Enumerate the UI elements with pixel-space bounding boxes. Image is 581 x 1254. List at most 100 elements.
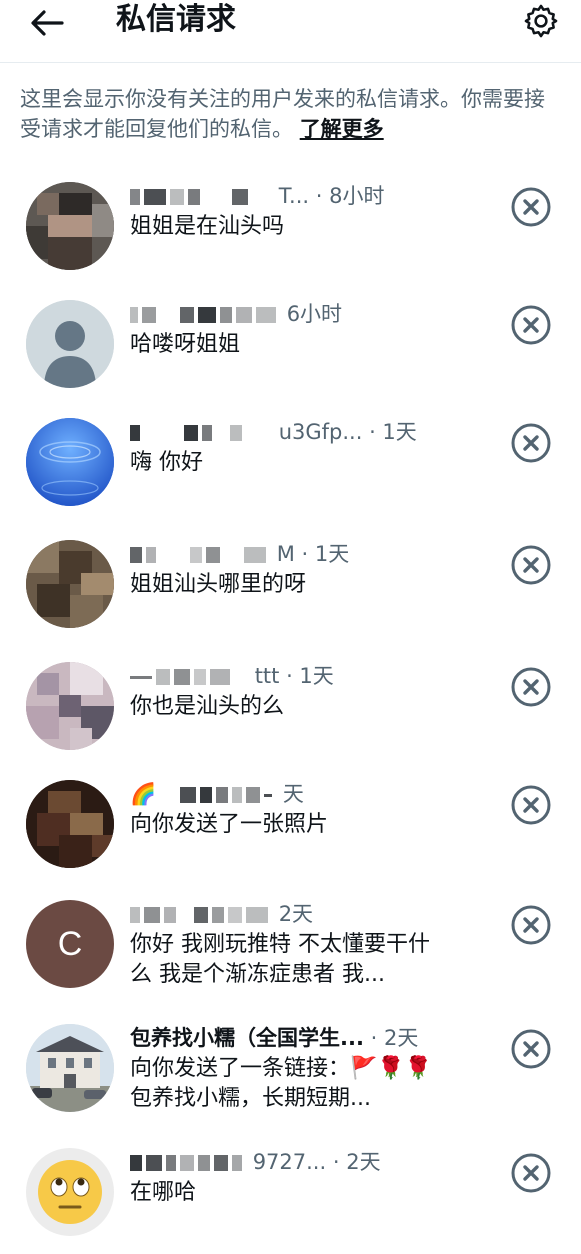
header-divider [0, 62, 581, 63]
close-circle-icon[interactable] [510, 304, 552, 346]
message-preview: 哈喽呀姐姐 [130, 332, 241, 357]
intro-description: 这里会显示你没有关注的用户发来的私信请求。你需要接受请求才能回复他们的私信。 [20, 87, 545, 141]
redacted-name [164, 907, 176, 923]
request-header: 🌈 天 [130, 780, 304, 808]
redacted-name [220, 307, 232, 323]
default-person-icon [26, 300, 114, 388]
redacted-name [198, 1155, 210, 1171]
request-row[interactable]: 6小时 哈喽呀姐姐 [0, 288, 581, 406]
close-circle-icon[interactable] [510, 784, 552, 826]
redacted-name [142, 307, 156, 323]
redacted-name [130, 547, 142, 563]
timestamp: 6小时 [286, 302, 343, 326]
avatar[interactable] [26, 418, 114, 506]
close-circle-icon[interactable] [510, 666, 552, 708]
redacted-name [198, 307, 216, 323]
close-circle-icon[interactable] [510, 1152, 552, 1194]
request-header: 9727... · 2天 [130, 1148, 381, 1176]
learn-more-link[interactable]: 了解更多 [300, 117, 384, 141]
close-circle-icon[interactable] [510, 904, 552, 946]
redacted-name [156, 669, 170, 685]
redacted-name [228, 907, 242, 923]
message-preview: 你好 我刚玩推特 不太懂要干什么 我是个渐冻症患者 我... [130, 932, 430, 987]
request-row[interactable]: T... · 8小时 姐姐是在汕头吗 [0, 170, 581, 288]
avatar[interactable] [26, 300, 114, 388]
timestamp: · 2天 [370, 1026, 419, 1050]
redacted-name [206, 547, 220, 563]
top-bar: 私信请求 [0, 0, 581, 62]
timestamp: 2天 [278, 902, 314, 926]
handle-fragment: T... [278, 184, 310, 208]
request-row[interactable]: C 2天 你好 我刚玩推特 不太懂要干什么 我是个渐冻症患者 我... [0, 888, 581, 1006]
close-circle-icon[interactable] [510, 422, 552, 464]
timestamp: · 1天 [369, 420, 417, 444]
avatar[interactable] [26, 662, 114, 750]
redacted-name [194, 907, 208, 923]
avatar[interactable] [26, 780, 114, 868]
redacted-name [210, 669, 230, 685]
redacted-name [214, 1155, 228, 1171]
avatar[interactable] [26, 1024, 114, 1112]
avatar[interactable]: C [26, 900, 114, 988]
handle-fragment: M [276, 542, 295, 566]
intro-text: 这里会显示你没有关注的用户发来的私信请求。你需要接受请求才能回复他们的私信。 了… [20, 84, 565, 144]
request-header: T... · 8小时 [130, 182, 384, 210]
close-circle-icon[interactable] [510, 544, 552, 586]
request-row[interactable]: ttt · 1天 你也是汕头的么 [0, 650, 581, 768]
message-preview: 姐姐汕头哪里的呀 [130, 572, 307, 597]
building-image [26, 1024, 114, 1112]
request-header: 包养找小糯（全国学生... · 2天 [130, 1024, 418, 1052]
close-circle-icon[interactable] [510, 186, 552, 228]
redacted-name [264, 793, 273, 797]
gear-icon[interactable] [522, 2, 560, 40]
redacted-name [230, 425, 242, 441]
planet-image [26, 418, 114, 506]
redacted-name [180, 307, 194, 323]
message-preview: 姐姐是在汕头吗 [130, 214, 285, 239]
redacted-name [232, 1155, 242, 1171]
redacted-name [246, 787, 261, 803]
redacted-name [200, 787, 213, 803]
redacted-name [144, 907, 160, 923]
redacted-name [130, 907, 140, 923]
redacted-name [184, 425, 198, 441]
timestamp: · 2天 [332, 1150, 381, 1174]
redacted-name [232, 189, 248, 205]
request-row[interactable]: 包养找小糯（全国学生... · 2天 向你发送了一条链接：🚩🌹🌹 包养找小糯，长… [0, 1012, 581, 1130]
redacted-name [190, 547, 202, 563]
request-row[interactable]: M · 1天 姐姐汕头哪里的呀 [0, 528, 581, 646]
redacted-name [244, 547, 266, 563]
redacted-name [166, 1155, 176, 1171]
message-preview: 在哪哈 [130, 1180, 197, 1205]
redacted-name [212, 907, 224, 923]
sender-name: 包养找小糯（全国学生... [130, 1026, 364, 1050]
message-preview: 向你发送了一条链接：🚩🌹🌹 包养找小糯，长期短期... [130, 1056, 433, 1111]
redacted-name [256, 307, 276, 323]
redacted-name [188, 189, 200, 205]
request-header: 2天 [130, 900, 313, 928]
request-header: u3Gfp... · 1天 [130, 418, 417, 446]
timestamp: · 1天 [286, 664, 334, 688]
message-preview: 向你发送了一张照片 [130, 812, 329, 837]
avatar[interactable] [26, 1148, 114, 1236]
redacted-name [194, 669, 206, 685]
request-row[interactable]: 9727... · 2天 在哪哈 [0, 1136, 581, 1254]
redacted-name [202, 425, 212, 441]
redacted-name [130, 675, 152, 679]
handle-fragment: 🌈 [130, 782, 157, 806]
close-circle-icon[interactable] [510, 1028, 552, 1070]
arrow-left-icon[interactable] [26, 8, 66, 38]
redacted-name [236, 307, 252, 323]
request-row[interactable]: 🌈 天 向你发送了一张照片 [0, 768, 581, 886]
page-title: 私信请求 [116, 2, 236, 37]
handle-fragment: 9727... [252, 1150, 327, 1174]
avatar[interactable] [26, 540, 114, 628]
request-header: M · 1天 [130, 540, 349, 568]
redacted-name [232, 787, 243, 803]
redacted-name [180, 787, 197, 803]
request-row[interactable]: u3Gfp... · 1天 嗨 你好 [0, 406, 581, 524]
avatar[interactable] [26, 182, 114, 270]
message-preview: 嗨 你好 [130, 450, 203, 475]
redacted-name [130, 1155, 142, 1171]
redacted-name [216, 787, 229, 803]
